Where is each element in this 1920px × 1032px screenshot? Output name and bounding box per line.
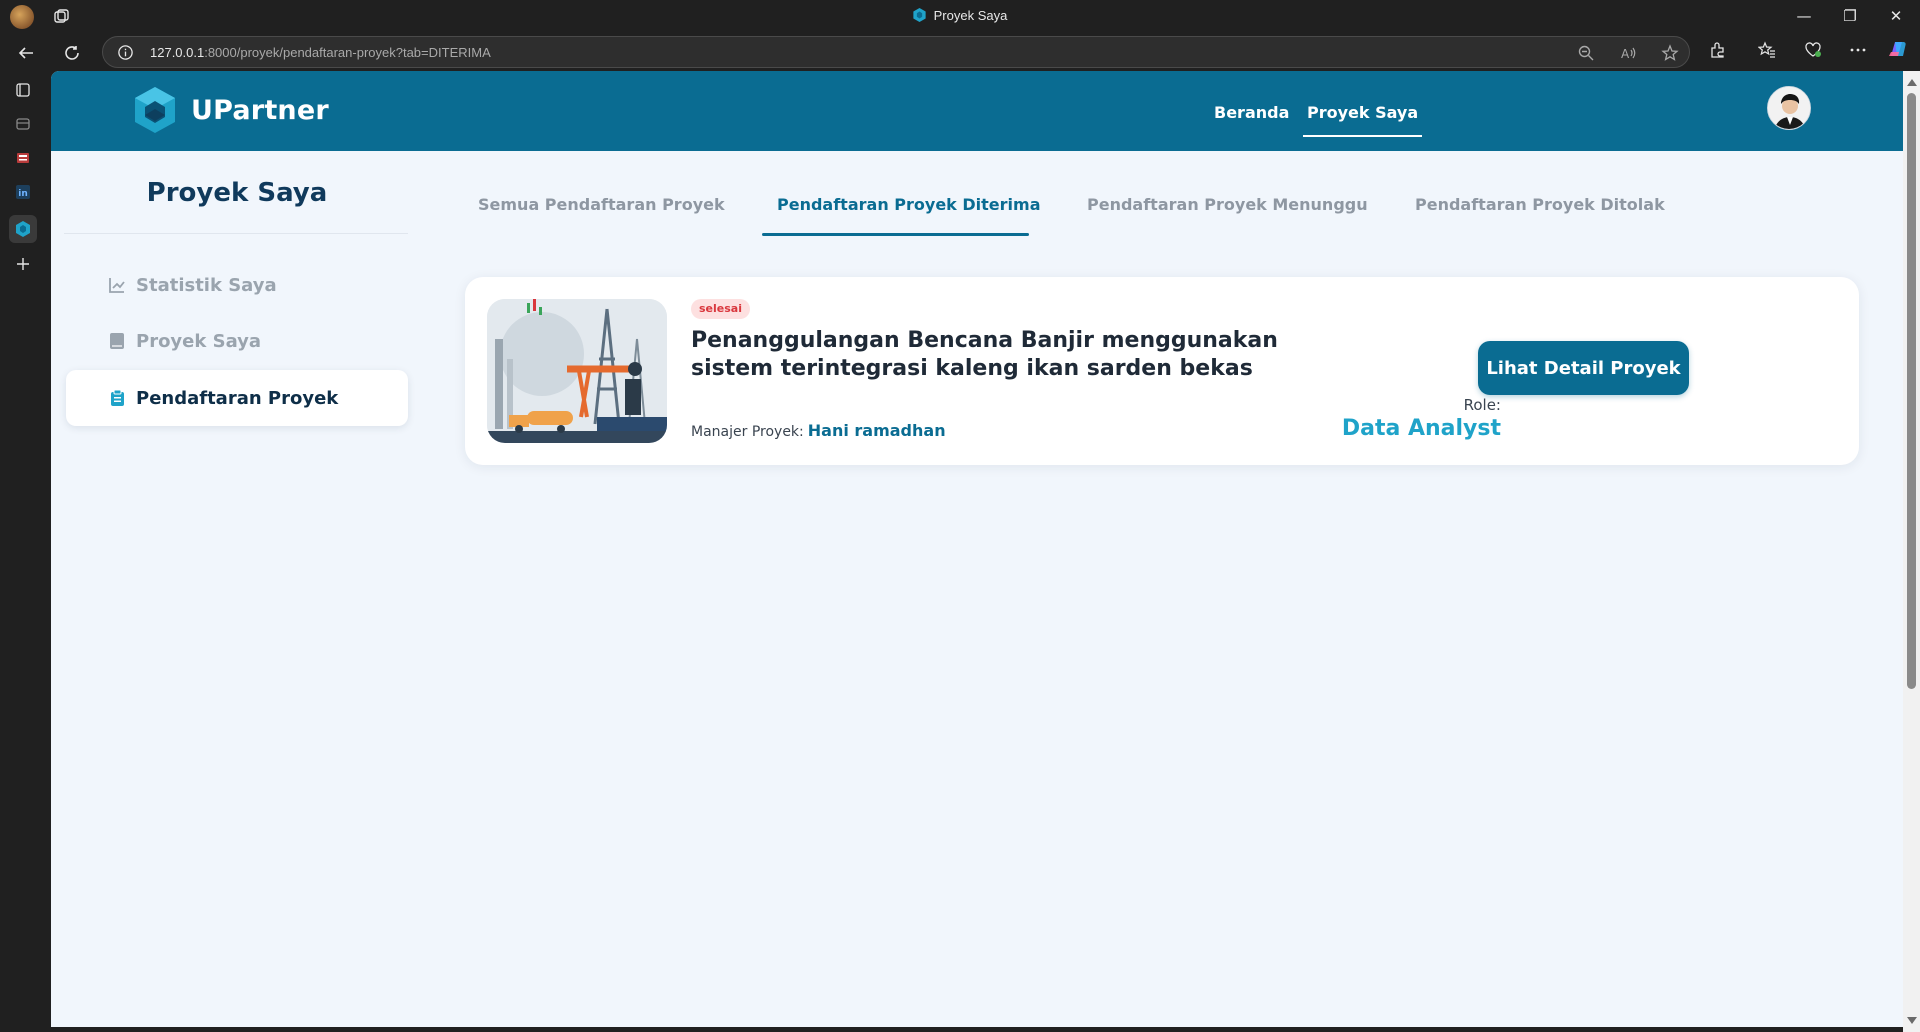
nav-link-beranda[interactable]: Beranda xyxy=(1214,103,1289,122)
tab-actions-icon[interactable] xyxy=(12,79,34,101)
window-title: Proyek Saya xyxy=(0,8,1920,23)
scroll-up-icon[interactable] xyxy=(1907,79,1917,86)
url-path: :8000/proyek/pendaftaran-proyek?tab=DITE… xyxy=(204,45,491,60)
zoom-out-icon[interactable] xyxy=(1577,44,1595,62)
read-aloud-icon[interactable]: A xyxy=(1619,44,1637,62)
role-value: Data Analyst xyxy=(1341,416,1501,441)
view-project-detail-button[interactable]: Lihat Detail Proyek xyxy=(1478,341,1689,395)
sidebar-item-pendaftaran-proyek[interactable]: Pendaftaran Proyek xyxy=(66,370,408,426)
tab-pendaftaran-diterima[interactable]: Pendaftaran Proyek Diterima xyxy=(777,195,1040,214)
user-avatar[interactable] xyxy=(1767,86,1811,130)
book-icon xyxy=(108,332,126,350)
svg-text:A: A xyxy=(1621,47,1630,61)
more-menu-icon[interactable] xyxy=(1847,39,1869,61)
project-thumbnail xyxy=(487,299,667,443)
tab-semua-pendaftaran[interactable]: Semua Pendaftaran Proyek xyxy=(478,195,725,214)
page-title: Proyek Saya xyxy=(146,178,328,208)
back-icon[interactable] xyxy=(12,39,40,67)
project-title: Penanggulangan Bencana Banjir menggunaka… xyxy=(691,328,1278,381)
new-tab-icon[interactable] xyxy=(12,253,34,275)
sidebar-item-statistik-saya[interactable]: Statistik Saya xyxy=(66,257,408,313)
svg-text:in: in xyxy=(18,189,28,199)
window-title-text: Proyek Saya xyxy=(933,8,1008,23)
site-info-icon[interactable] xyxy=(117,44,134,61)
role-label: Role: xyxy=(1463,396,1501,414)
sidebar-item-proyek-saya[interactable]: Proyek Saya xyxy=(66,313,408,369)
page-scrollbar[interactable] xyxy=(1903,71,1920,1032)
manager-name: Hani ramadhan xyxy=(807,421,946,440)
close-window-icon[interactable]: ✕ xyxy=(1884,6,1908,26)
tab-favicon-news-icon[interactable] xyxy=(12,147,34,169)
favorites-icon[interactable] xyxy=(1756,39,1778,61)
url-text: 127.0.0.1:8000/proyek/pendaftaran-proyek… xyxy=(150,45,491,60)
sidebar-item-label: Pendaftaran Proyek xyxy=(136,387,339,409)
browser-vertical-tabs: in xyxy=(0,71,51,1032)
copilot-icon[interactable] xyxy=(1886,38,1908,60)
tab-favicon-linkedin-icon[interactable]: in xyxy=(12,181,34,203)
refresh-icon[interactable] xyxy=(58,39,86,67)
collections-icon[interactable] xyxy=(12,113,34,135)
clipboard-icon xyxy=(108,389,126,407)
brand-name: UPartner xyxy=(191,94,329,126)
minimize-icon[interactable]: — xyxy=(1792,6,1816,26)
chart-line-icon xyxy=(108,276,126,294)
brand-logo[interactable]: UPartner xyxy=(135,87,329,133)
project-manager: Manajer Proyek: Hani ramadhan xyxy=(691,421,946,440)
page-viewport: UPartner Beranda Proyek Saya Proyek Saya… xyxy=(51,71,1903,1027)
site-header: UPartner Beranda Proyek Saya xyxy=(51,71,1903,151)
favorite-star-icon[interactable] xyxy=(1661,44,1679,62)
nav-link-proyek-saya[interactable]: Proyek Saya xyxy=(1302,103,1423,137)
manager-label: Manajer Proyek: xyxy=(691,424,804,440)
project-card: selesai Penanggulangan Bencana Banjir me… xyxy=(465,277,1859,465)
sidebar-divider xyxy=(64,233,408,234)
restore-icon[interactable]: ❐ xyxy=(1838,6,1862,26)
status-badge: selesai xyxy=(691,299,750,319)
url-host: 127.0.0.1 xyxy=(150,45,205,60)
sidebar-item-label: Proyek Saya xyxy=(136,330,262,352)
scrollbar-thumb[interactable] xyxy=(1907,93,1916,689)
user-photo-icon xyxy=(1768,87,1810,129)
tab-pendaftaran-ditolak[interactable]: Pendaftaran Proyek Ditolak xyxy=(1415,195,1665,214)
browser-titlebar: Proyek Saya — ❐ ✕ xyxy=(0,0,1920,33)
active-tab-indicator xyxy=(762,233,1029,236)
browser-toolbar: 127.0.0.1:8000/proyek/pendaftaran-proyek… xyxy=(0,33,1920,71)
site-favicon-icon xyxy=(913,8,926,22)
sidebar-item-label: Statistik Saya xyxy=(136,274,277,296)
oil-pump-illustration-icon xyxy=(487,299,667,443)
address-bar[interactable]: 127.0.0.1:8000/proyek/pendaftaran-proyek… xyxy=(102,36,1690,68)
scroll-down-icon[interactable] xyxy=(1907,1017,1917,1024)
tab-pendaftaran-menunggu[interactable]: Pendaftaran Proyek Menunggu xyxy=(1087,195,1368,214)
brand-mark-icon xyxy=(135,87,175,133)
extensions-icon[interactable] xyxy=(1707,39,1729,61)
tab-favicon-upartner-icon[interactable] xyxy=(9,215,37,243)
performance-heart-icon[interactable] xyxy=(1802,39,1824,61)
